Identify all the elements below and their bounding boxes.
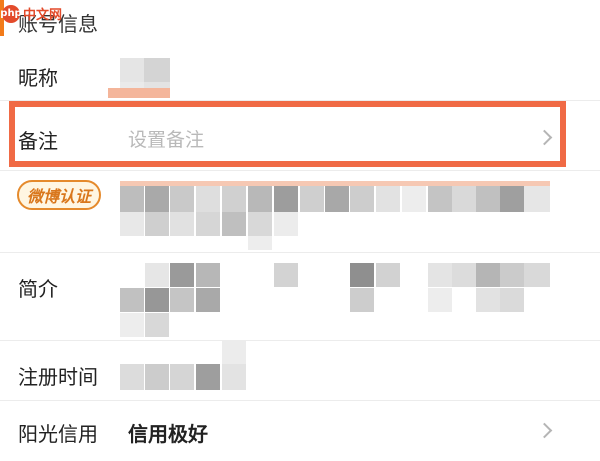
remark-label: 备注 — [18, 129, 58, 153]
credit-value: 信用极好 — [128, 422, 208, 446]
nickname-label: 昵称 — [18, 66, 58, 90]
remark-input[interactable]: 设置备注 — [128, 125, 204, 152]
bio-label: 简介 — [18, 277, 58, 301]
divider — [0, 100, 600, 101]
register-time-label: 注册时间 — [18, 365, 98, 389]
remark-row[interactable]: 备注 — [0, 104, 600, 166]
watermark-logo: php — [0, 4, 22, 23]
chevron-right-icon — [536, 129, 553, 146]
credit-label: 阳光信用 — [18, 422, 98, 446]
weibo-verify-badge: 微博认证 — [17, 180, 102, 210]
watermark: php 中文网 — [0, 4, 63, 23]
section-header: 账号信息 — [0, 0, 600, 44]
nickname-row[interactable]: 昵称 — [0, 44, 600, 100]
register-time-row: 注册时间 — [0, 341, 600, 399]
divider — [0, 170, 600, 171]
chevron-right-icon — [536, 422, 553, 439]
watermark-text: 中文网 — [23, 8, 63, 23]
credit-row[interactable]: 阳光信用 — [0, 401, 600, 461]
